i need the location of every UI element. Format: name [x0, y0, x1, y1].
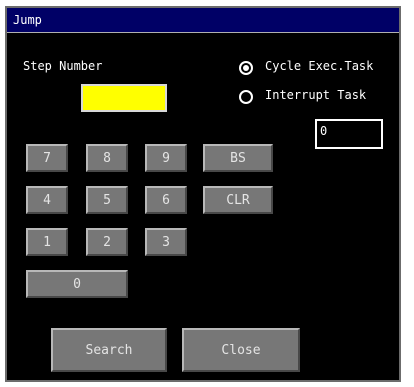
key-3[interactable]: 3 — [145, 228, 187, 256]
close-button[interactable]: Close — [182, 328, 300, 372]
key-1[interactable]: 1 — [26, 228, 68, 256]
key-8[interactable]: 8 — [86, 144, 128, 172]
key-clear[interactable]: CLR — [203, 186, 273, 214]
jump-dialog: Jump Step Number Cycle Exec.Task Interru… — [5, 6, 401, 382]
key-0[interactable]: 0 — [26, 270, 128, 298]
radio-interrupt-task-label[interactable]: Interrupt Task — [265, 88, 366, 102]
radio-interrupt-task[interactable] — [239, 90, 253, 104]
key-7[interactable]: 7 — [26, 144, 68, 172]
radio-cycle-exec-task[interactable] — [239, 61, 253, 75]
radio-cycle-exec-task-label[interactable]: Cycle Exec.Task — [265, 59, 373, 73]
step-number-label: Step Number — [23, 59, 103, 73]
search-button[interactable]: Search — [51, 328, 167, 372]
key-2[interactable]: 2 — [86, 228, 128, 256]
task-number-field[interactable]: 0 — [315, 119, 383, 149]
key-9[interactable]: 9 — [145, 144, 187, 172]
radio-selected-dot — [243, 65, 249, 71]
key-6[interactable]: 6 — [145, 186, 187, 214]
step-number-field[interactable] — [81, 84, 167, 112]
key-backspace[interactable]: BS — [203, 144, 273, 172]
dialog-title: Jump — [7, 8, 399, 33]
key-4[interactable]: 4 — [26, 186, 68, 214]
key-5[interactable]: 5 — [86, 186, 128, 214]
